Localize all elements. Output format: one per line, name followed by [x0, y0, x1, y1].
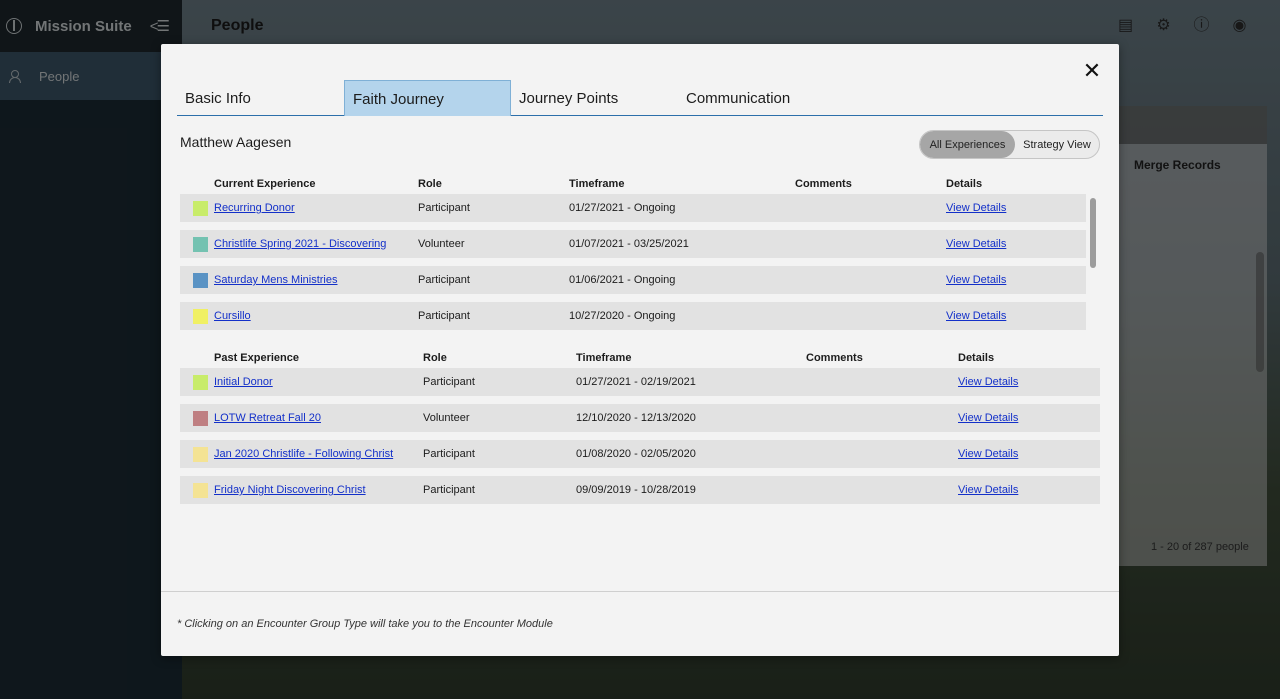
modal-tabs: Basic Info Faith Journey Journey Points … [177, 80, 1103, 116]
current-scrollbar-thumb[interactable] [1090, 198, 1096, 268]
past-experience-section: Past Experience Role Timeframe Comments … [180, 348, 1100, 512]
table-row: Initial Donor Participant 01/27/2021 - 02/… [180, 368, 1100, 396]
view-details-link[interactable]: View Details [958, 484, 1018, 496]
past-table-header: Past Experience Role Timeframe Comments … [180, 348, 1100, 368]
color-swatch [193, 411, 208, 426]
table-row: LOTW Retreat Fall 20 Volunteer 12/10/2020 … [180, 404, 1100, 432]
timeframe-cell: 10/27/2020 - Ongoing [569, 310, 676, 322]
timeframe-cell: 01/06/2021 - Ongoing [569, 274, 676, 286]
header-timeframe: Timeframe [569, 178, 625, 190]
tab-journey-points[interactable]: Journey Points [511, 80, 626, 116]
experience-link[interactable]: Recurring Donor [214, 202, 295, 214]
timeframe-cell: 01/07/2021 - 03/25/2021 [569, 238, 689, 250]
role-cell: Participant [418, 310, 470, 322]
role-cell: Volunteer [423, 412, 470, 424]
timeframe-cell: 01/27/2021 - Ongoing [569, 202, 676, 214]
header-current-experience: Current Experience [214, 178, 316, 190]
all-experiences-button[interactable]: All Experiences [920, 131, 1015, 158]
close-button[interactable]: ✕ [1081, 60, 1103, 82]
experience-link[interactable]: Friday Night Discovering Christ [214, 484, 366, 496]
current-experience-section: Current Experience Role Timeframe Commen… [180, 174, 1100, 338]
table-row: Friday Night Discovering Christ Participa… [180, 476, 1100, 504]
role-cell: Participant [423, 448, 475, 460]
color-swatch [193, 237, 208, 252]
table-row: Saturday Mens Ministries Participant 01/06… [180, 266, 1086, 294]
color-swatch [193, 309, 208, 324]
role-cell: Participant [423, 376, 475, 388]
table-row: Cursillo Participant 10/27/2020 - Ongoing V… [180, 302, 1086, 330]
faith-journey-modal: ✕ Basic Info Faith Journey Journey Point… [161, 44, 1119, 656]
header-comments: Comments [795, 178, 852, 190]
view-details-link[interactable]: View Details [946, 238, 1006, 250]
experience-link[interactable]: Initial Donor [214, 376, 273, 388]
view-details-link[interactable]: View Details [946, 274, 1006, 286]
tab-faith-journey[interactable]: Faith Journey [344, 80, 511, 116]
role-cell: Participant [423, 484, 475, 496]
header-details: Details [946, 178, 983, 190]
timeframe-cell: 01/08/2020 - 02/05/2020 [576, 448, 696, 460]
table-row: Christlife Spring 2021 - Discovering Volu… [180, 230, 1086, 258]
current-experience-rows: Recurring Donor Participant 01/27/2021 - O… [180, 194, 1086, 330]
timeframe-cell: 09/09/2019 - 10/28/2019 [576, 484, 696, 496]
experience-link[interactable]: Christlife Spring 2021 - Discovering [214, 238, 386, 250]
experience-link[interactable]: Jan 2020 Christlife - Following Christ [214, 448, 393, 460]
role-cell: Participant [418, 274, 470, 286]
color-swatch [193, 375, 208, 390]
header-role: Role [418, 178, 442, 190]
header-details: Details [958, 352, 995, 364]
past-experience-rows: Initial Donor Participant 01/27/2021 - 02/… [180, 368, 1100, 504]
table-row: Jan 2020 Christlife - Following Christ Pa… [180, 440, 1100, 468]
header-past-experience: Past Experience [214, 352, 299, 364]
experience-link[interactable]: LOTW Retreat Fall 20 [214, 412, 321, 424]
view-details-link[interactable]: View Details [946, 202, 1006, 214]
experience-link[interactable]: Saturday Mens Ministries [214, 274, 338, 286]
footnote: * Clicking on an Encounter Group Type wi… [177, 618, 553, 630]
view-details-link[interactable]: View Details [958, 448, 1018, 460]
current-table-header: Current Experience Role Timeframe Commen… [180, 174, 1100, 194]
timeframe-cell: 01/27/2021 - 02/19/2021 [576, 376, 696, 388]
header-role: Role [423, 352, 447, 364]
header-comments: Comments [806, 352, 863, 364]
table-row: Recurring Donor Participant 01/27/2021 - O… [180, 194, 1086, 222]
role-cell: Participant [418, 202, 470, 214]
view-details-link[interactable]: View Details [946, 310, 1006, 322]
view-details-link[interactable]: View Details [958, 376, 1018, 388]
modal-divider [161, 591, 1119, 592]
color-swatch [193, 201, 208, 216]
role-cell: Volunteer [418, 238, 465, 250]
color-swatch [193, 447, 208, 462]
timeframe-cell: 12/10/2020 - 12/13/2020 [576, 412, 696, 424]
view-details-link[interactable]: View Details [958, 412, 1018, 424]
experience-link[interactable]: Cursillo [214, 310, 251, 322]
header-timeframe: Timeframe [576, 352, 632, 364]
view-toggle: All Experiences Strategy View [919, 130, 1100, 159]
person-name: Matthew Aagesen [180, 134, 292, 150]
strategy-view-button[interactable]: Strategy View [1015, 131, 1099, 158]
color-swatch [193, 483, 208, 498]
tab-basic-info[interactable]: Basic Info [177, 80, 259, 116]
tab-communication[interactable]: Communication [678, 80, 798, 116]
color-swatch [193, 273, 208, 288]
